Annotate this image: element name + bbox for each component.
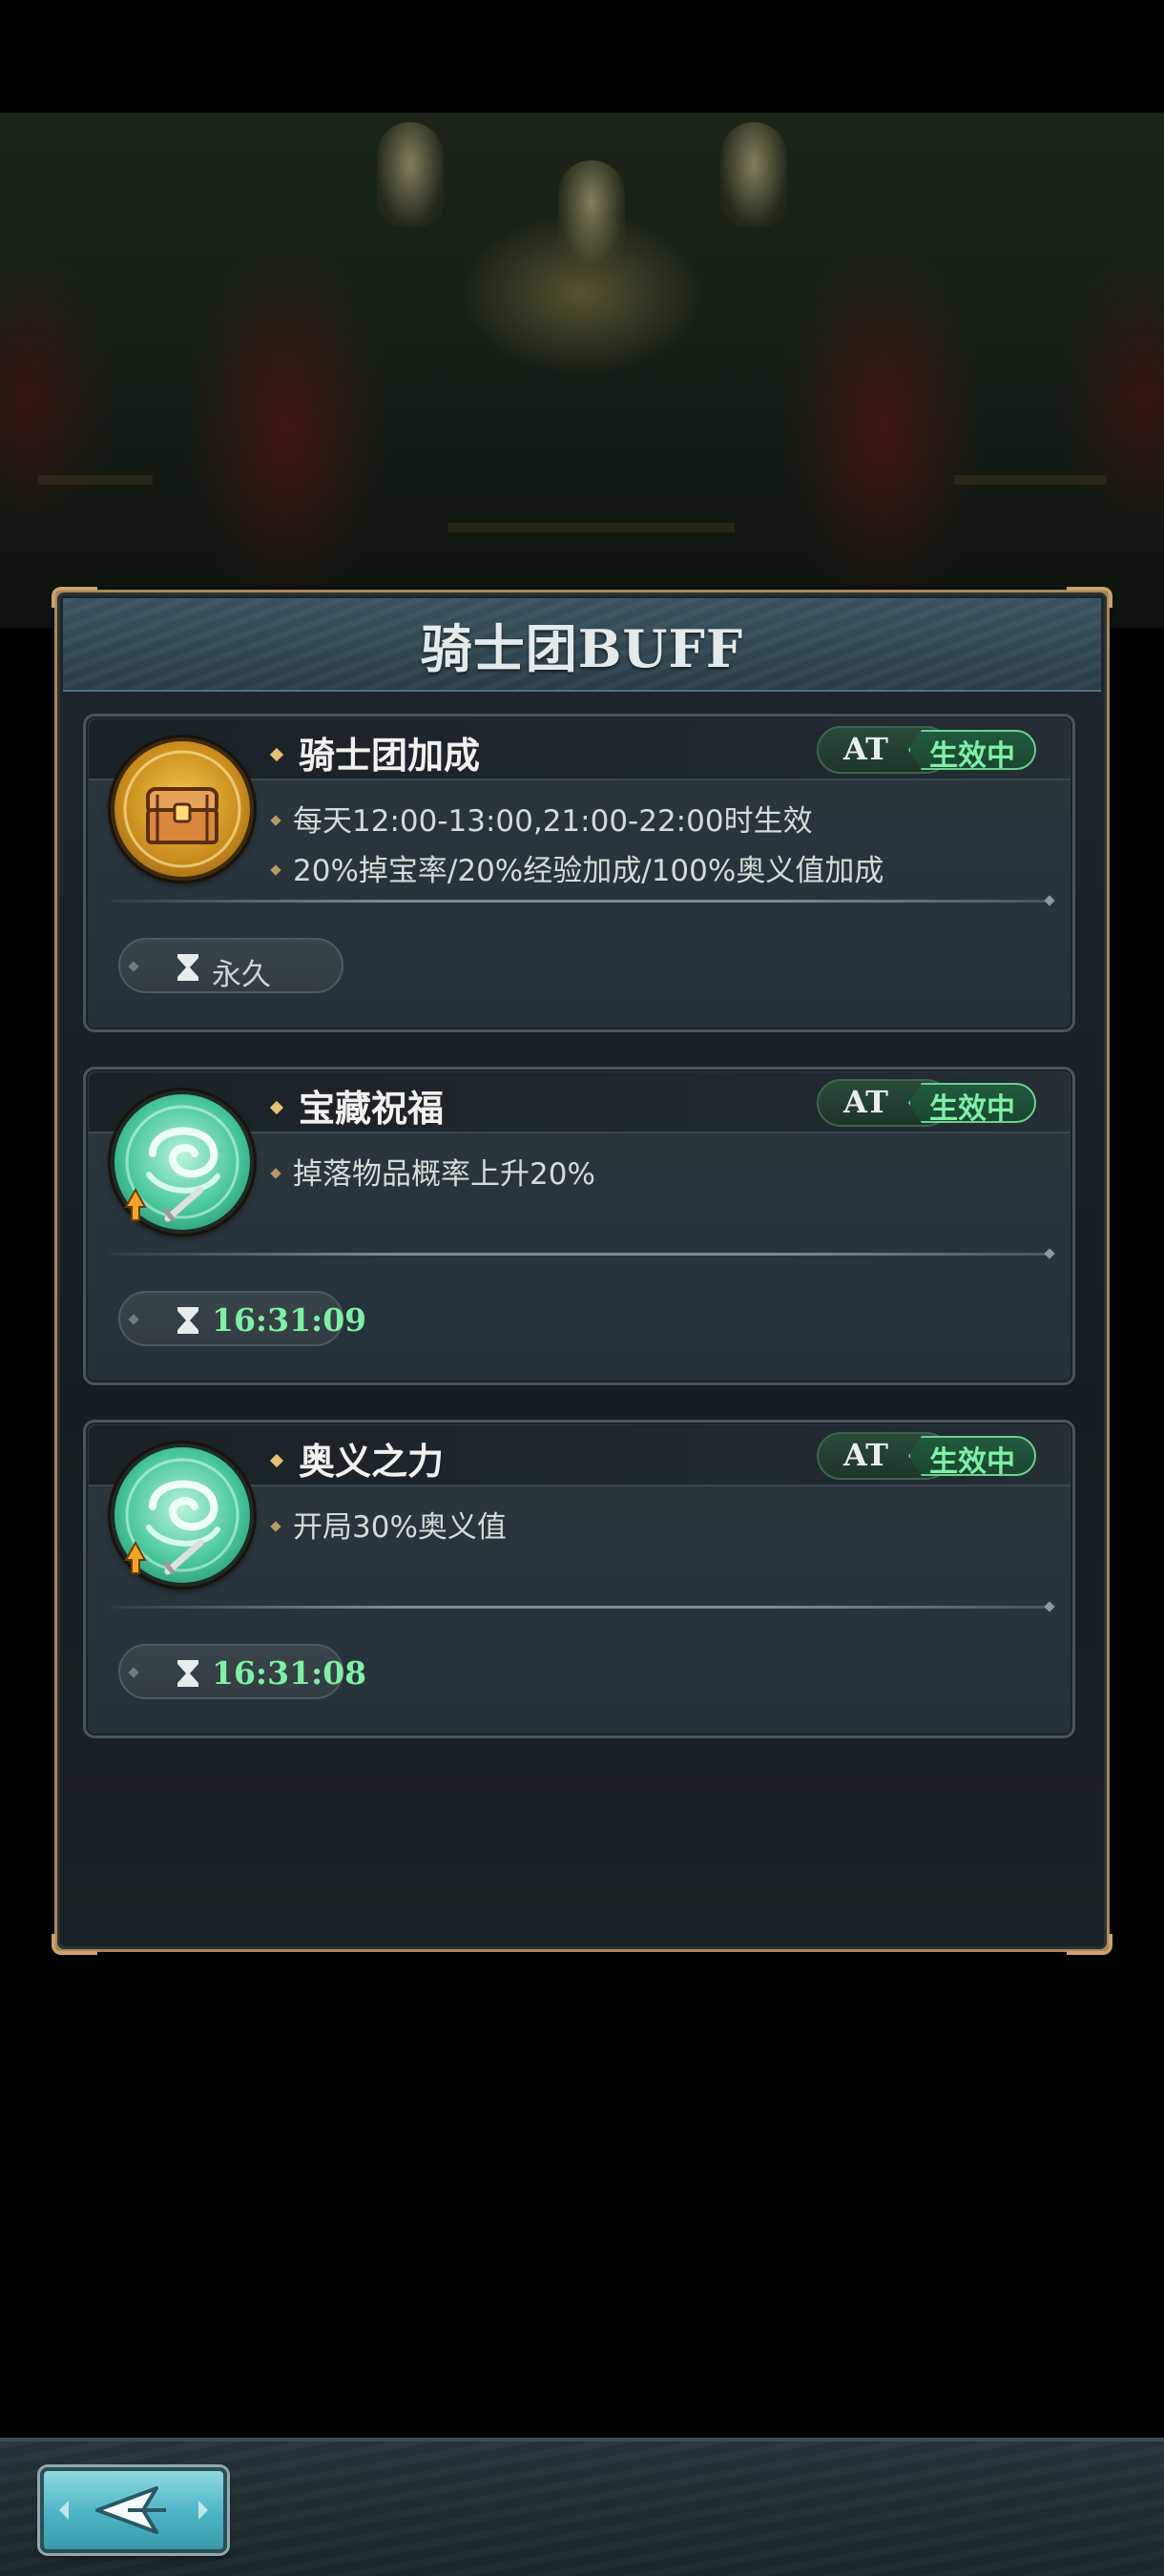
buff-name: 宝藏祝福: [269, 1079, 444, 1132]
buff-name: 骑士团加成: [269, 726, 480, 779]
lamp-decoration: [377, 122, 444, 227]
hourglass-icon: [177, 1307, 198, 1334]
treasure-chest-icon: [111, 737, 254, 881]
hourglass-icon: [177, 1660, 198, 1687]
lamp-decoration: [558, 160, 625, 265]
duration-badge: 16:31:08: [118, 1644, 366, 1699]
buff-description: 每天12:00-13:00,21:00-22:00时生效: [270, 797, 813, 840]
frame-corner: [52, 1934, 97, 1955]
duration-badge: 永久: [118, 938, 343, 993]
buff-name: 奥义之力: [269, 1432, 444, 1485]
hourglass-icon: [177, 954, 198, 981]
countdown-timer: 16:31:08: [212, 1654, 367, 1692]
lamp-decoration: [720, 122, 787, 227]
status-badge: AT 生效中: [817, 726, 1036, 774]
divider: [111, 900, 1051, 903]
panel-title-bar: 骑士团BUFF: [63, 598, 1101, 692]
buff-card[interactable]: 奥义之力 AT 生效中 开局30%奥义值 16:31:08: [83, 1420, 1075, 1738]
shelf-decoration: [38, 475, 153, 485]
buff-description: 开局30%奥义值: [270, 1503, 507, 1546]
buff-description: 掉落物品概率上升20%: [270, 1150, 595, 1193]
back-arrow-icon: [59, 2486, 208, 2534]
buff-description: 20%掉宝率/20%经验加成/100%奥义值加成: [270, 846, 883, 889]
shelf-decoration: [448, 523, 735, 532]
status-badge: AT 生效中: [817, 1079, 1036, 1127]
panel-title: 骑士团BUFF: [420, 617, 744, 679]
frame-corner: [1067, 1934, 1112, 1955]
buff-card[interactable]: 骑士团加成 AT 生效中 每天12:00-13:00,21:00-22:00时生…: [83, 714, 1075, 1032]
duration-text: 永久: [212, 958, 271, 992]
green-swirl-buff-icon: [111, 1444, 254, 1587]
background-scene: [0, 113, 1164, 628]
divider: [111, 1253, 1051, 1256]
green-swirl-buff-icon: [111, 1091, 254, 1234]
back-button[interactable]: [40, 2467, 227, 2553]
countdown-timer: 16:31:09: [212, 1301, 367, 1339]
buff-card[interactable]: 宝藏祝福 AT 生效中 掉落物品概率上升20% 16:31:09: [83, 1067, 1075, 1385]
status-badge: AT 生效中: [817, 1432, 1036, 1480]
duration-badge: 16:31:09: [118, 1291, 366, 1346]
shelf-decoration: [954, 475, 1107, 485]
divider: [111, 1606, 1051, 1609]
